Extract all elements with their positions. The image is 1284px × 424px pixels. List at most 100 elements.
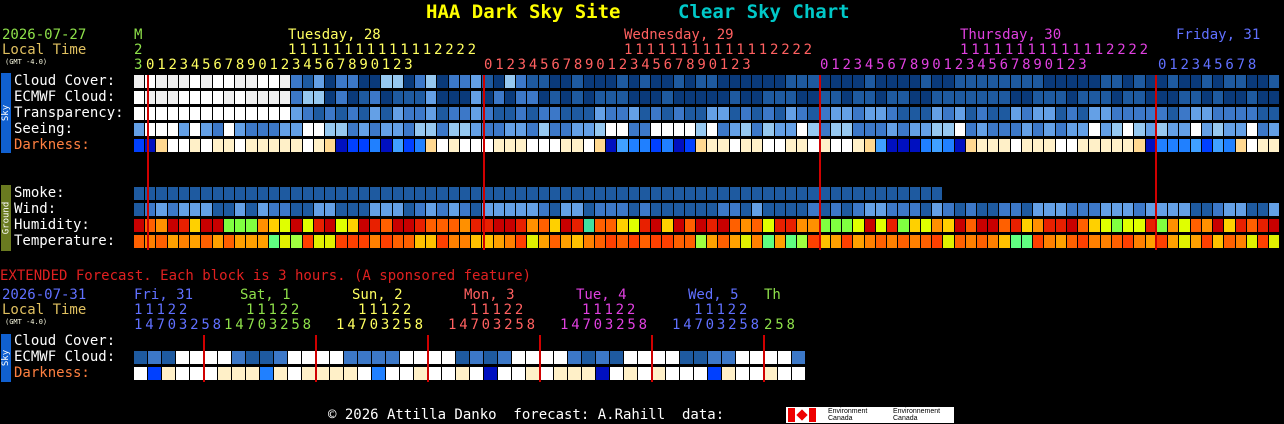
forecast-block [347, 107, 358, 120]
forecast-block [752, 75, 763, 88]
environment-canada-logo[interactable]: Environment Canada Environnement Canada [786, 407, 954, 423]
extended-darkness-block [358, 367, 371, 380]
forecast-block [628, 139, 639, 152]
forecast-block [448, 91, 459, 104]
forecast-block [268, 187, 280, 200]
forecast-block [167, 235, 178, 248]
forecast-block [673, 107, 684, 120]
forecast-block [471, 235, 482, 248]
forecast-block [1111, 219, 1123, 232]
forecast-block [1179, 91, 1190, 104]
extended-darkness-block [316, 367, 329, 380]
forecast-block [268, 203, 280, 216]
extended-day-label: Fri, 31 [134, 287, 194, 303]
midnight-separator [147, 75, 149, 250]
forecast-block [707, 235, 718, 248]
forecast-block [1235, 235, 1246, 248]
forecast-block [325, 235, 336, 248]
forecast-block [493, 235, 504, 248]
forecast-block [527, 107, 538, 120]
forecast-block [1100, 107, 1111, 120]
extended-block [344, 351, 357, 364]
forecast-block [516, 123, 527, 136]
forecast-block [909, 107, 920, 120]
forecast-block [853, 203, 864, 216]
forecast-block [347, 139, 358, 152]
forecast-block [257, 187, 268, 200]
forecast-block [864, 75, 875, 88]
forecast-block [853, 91, 864, 104]
forecast-block [594, 203, 606, 216]
forecast-block [358, 107, 370, 120]
forecast-block [1190, 107, 1201, 120]
forecast-block [651, 123, 662, 136]
forecast-block [1078, 123, 1089, 136]
forecast-block [325, 139, 336, 152]
forecast-block [684, 107, 695, 120]
forecast-block [864, 235, 875, 248]
forecast-block [1021, 219, 1033, 232]
forecast-block [797, 203, 808, 216]
forecast-block [1066, 203, 1078, 216]
forecast-block [381, 139, 392, 152]
forecast-block [347, 187, 358, 200]
extended-day-label: Sat, 1 [240, 287, 291, 303]
extended-block [610, 351, 623, 364]
forecast-block [134, 123, 145, 136]
forecast-block [830, 219, 842, 232]
extended-darkness-block [764, 367, 777, 380]
extended-hour-ones: 258 [764, 317, 798, 333]
forecast-block [1100, 75, 1111, 88]
ground-side-label: Ground [1, 201, 12, 235]
forecast-block [235, 235, 246, 248]
forecast-block [516, 187, 527, 200]
extended-block [316, 351, 329, 364]
forecast-block [696, 187, 707, 200]
forecast-block [1168, 107, 1179, 120]
day-label: Tuesday, 28 [288, 27, 381, 43]
forecast-block [1168, 235, 1179, 248]
extended-block [568, 351, 581, 364]
chart-title: Clear Sky Chart [678, 1, 850, 23]
forecast-block [696, 123, 707, 136]
forecast-block [156, 91, 167, 104]
forecast-block [223, 91, 235, 104]
forecast-block [538, 75, 549, 88]
forecast-block [1078, 203, 1089, 216]
forecast-block [426, 123, 437, 136]
forecast-block [1190, 139, 1201, 152]
forecast-block [887, 139, 898, 152]
extended-day-label: Wed, 5 [688, 287, 739, 303]
forecast-block [943, 203, 954, 216]
forecast-block [516, 91, 527, 104]
forecast-block [1044, 139, 1055, 152]
forecast-block [1246, 219, 1257, 232]
extended-hour-tens: 11122 [358, 302, 415, 318]
forecast-block [471, 75, 482, 88]
forecast-block [403, 219, 414, 232]
extended-block [554, 351, 567, 364]
forecast-block [1179, 235, 1190, 248]
extended-hour-ones: 14703258 [336, 317, 426, 333]
extended-block [498, 351, 511, 364]
forecast-block [302, 187, 313, 200]
forecast-block [707, 219, 718, 232]
forecast-block [190, 107, 201, 120]
midnight-separator [1155, 75, 1157, 250]
forecast-block [954, 203, 965, 216]
forecast-block [1156, 107, 1168, 120]
forecast-block [1224, 107, 1235, 120]
extended-darkness-block [526, 367, 539, 380]
forecast-block [403, 235, 414, 248]
extended-hour-ones: 14703258 [672, 317, 762, 333]
forecast-block [504, 235, 516, 248]
forecast-block [538, 235, 549, 248]
forecast-block [673, 187, 684, 200]
extended-block [358, 351, 371, 364]
forecast-block [684, 187, 695, 200]
forecast-block [594, 91, 606, 104]
forecast-block [1010, 91, 1021, 104]
forecast-block [729, 235, 740, 248]
forecast-block [1111, 107, 1123, 120]
forecast-block [740, 123, 752, 136]
